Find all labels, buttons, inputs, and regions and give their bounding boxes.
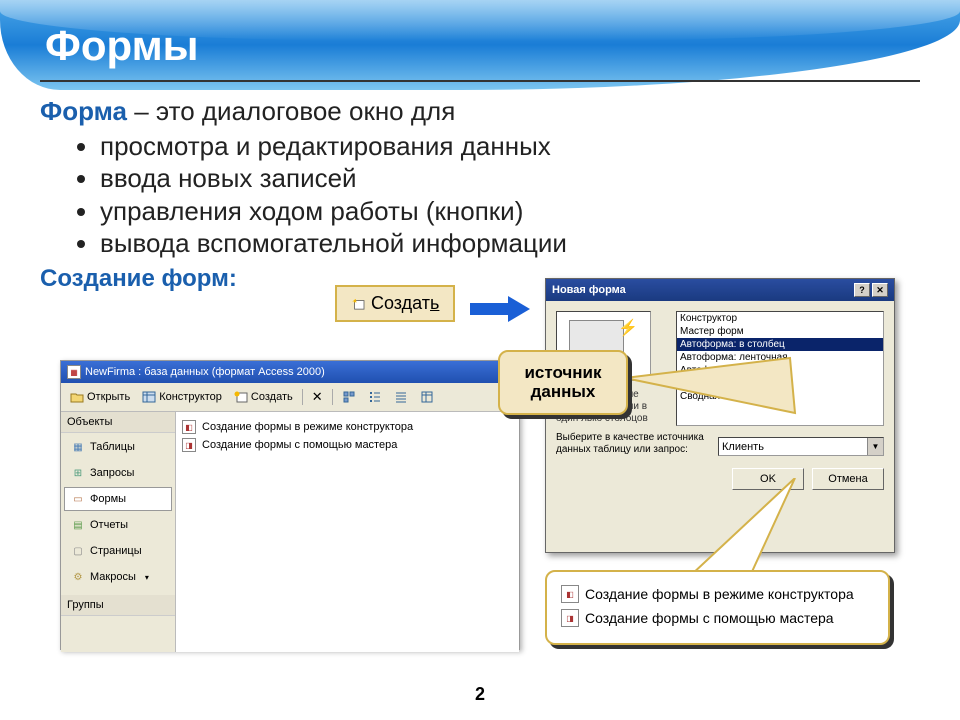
content-item-wizard[interactable]: ◨ Создание формы с помощью мастера xyxy=(182,436,513,454)
db-toolbar: Открыть Конструктор Создать ✕ xyxy=(61,383,519,412)
nf-title-text: Новая форма xyxy=(552,284,626,296)
definition-term: Форма xyxy=(40,96,127,126)
list-icon xyxy=(394,391,408,403)
page-title: Формы xyxy=(45,22,199,70)
db-title-text: NewFirma : база данных (формат Access 20… xyxy=(85,366,325,378)
open-icon xyxy=(70,391,84,403)
sidebar-item-forms[interactable]: ▭Формы xyxy=(64,487,172,511)
macro-icon: ⚙ xyxy=(71,570,85,584)
callout-options: ◧ Создание формы в режиме конструктора ◨… xyxy=(545,570,890,645)
sidebar-item-queries[interactable]: ⊞Запросы xyxy=(64,461,172,485)
definition-list: просмотра и редактирования данных ввода … xyxy=(100,130,920,260)
callout-item-design: ◧ Создание формы в режиме конструктора xyxy=(561,582,874,606)
lightning-icon: ⚡ xyxy=(618,318,638,338)
small-icons-icon xyxy=(368,391,382,403)
definition-item: ввода новых записей xyxy=(100,162,920,195)
design-icon xyxy=(142,391,156,403)
design-button[interactable]: Конструктор xyxy=(137,388,227,406)
db-content-pane: ◧ Создание формы в режиме конструктора ◨… xyxy=(176,412,519,652)
view-details-button[interactable] xyxy=(415,388,439,406)
cancel-button[interactable]: Отмена xyxy=(812,468,884,490)
open-button[interactable]: Открыть xyxy=(65,388,135,406)
view-large-button[interactable] xyxy=(337,388,361,406)
sidebar-header-objects[interactable]: Объекты xyxy=(61,412,175,433)
new-object-icon xyxy=(351,298,365,310)
form-icon: ▭ xyxy=(71,492,85,506)
form-wizard-icon: ◨ xyxy=(561,609,579,627)
page-number: 2 xyxy=(0,684,960,705)
form-wizard-icon: ◨ xyxy=(182,438,196,452)
nf-titlebar: Новая форма ? ✕ xyxy=(546,279,894,301)
list-item[interactable]: Конструктор xyxy=(677,312,883,325)
design-wizard-icon: ◧ xyxy=(182,420,196,434)
db-titlebar: ▦ NewFirma : база данных (формат Access … xyxy=(61,361,519,383)
close-button[interactable]: ✕ xyxy=(872,283,888,297)
create-button-highlight[interactable]: Создать xyxy=(335,285,455,322)
delete-icon: ✕ xyxy=(312,389,323,405)
combo-dropdown-button[interactable]: ▼ xyxy=(867,438,883,455)
large-icons-icon xyxy=(342,391,356,403)
details-icon xyxy=(420,391,434,403)
callout-item-wizard: ◨ Создание формы с помощью мастера xyxy=(561,606,874,630)
subheading-create: Создание форм: xyxy=(40,265,237,293)
sidebar-item-macros[interactable]: ⚙Макросы▾ xyxy=(64,565,172,589)
definition-block: Форма – это диалоговое окно для просмотр… xyxy=(40,95,920,260)
definition-rest: – это диалоговое окно для xyxy=(127,96,455,126)
design-wizard-icon: ◧ xyxy=(561,585,579,603)
query-icon: ⊞ xyxy=(71,466,85,480)
close-icon: ✕ xyxy=(876,285,884,296)
report-icon: ▤ xyxy=(71,518,85,532)
sidebar-item-reports[interactable]: ▤Отчеты xyxy=(64,513,172,537)
header-rule xyxy=(40,80,920,82)
sidebar-item-tables[interactable]: ▦Таблицы xyxy=(64,435,172,459)
new-icon xyxy=(234,391,248,403)
create-button-text: Создать xyxy=(371,293,439,314)
table-icon: ▦ xyxy=(71,440,85,454)
db-app-icon: ▦ xyxy=(67,365,81,379)
definition-item: управления ходом работы (кнопки) xyxy=(100,195,920,228)
arrow-icon xyxy=(470,296,530,322)
db-sidebar: Объекты ▦Таблицы ⊞Запросы ▭Формы ▤Отчеты… xyxy=(61,412,176,652)
definition-item: вывода вспомогательной информации xyxy=(100,227,920,260)
callout-data-source: источник данных xyxy=(498,350,628,415)
callout2-tail xyxy=(690,478,810,583)
page-icon: ▢ xyxy=(71,544,85,558)
database-window: ▦ NewFirma : база данных (формат Access … xyxy=(60,360,520,650)
help-button[interactable]: ? xyxy=(854,283,870,297)
nf-source-combo[interactable]: ▼ xyxy=(718,437,884,456)
list-item[interactable]: Мастер форм xyxy=(677,325,883,338)
view-small-button[interactable] xyxy=(363,388,387,406)
content-item-design[interactable]: ◧ Создание формы в режиме конструктора xyxy=(182,418,513,436)
help-icon: ? xyxy=(859,285,865,295)
chevron-down-icon: ▼ xyxy=(872,442,880,451)
sidebar-header-groups[interactable]: Группы xyxy=(61,595,175,616)
callout1-tail xyxy=(625,348,805,423)
view-list-button[interactable] xyxy=(389,388,413,406)
definition-item: просмотра и редактирования данных xyxy=(100,130,920,163)
nf-combo-label: Выберите в качестве источника данных таб… xyxy=(556,432,710,456)
delete-button[interactable]: ✕ xyxy=(307,386,328,408)
create-button[interactable]: Создать xyxy=(229,388,298,406)
sidebar-item-pages[interactable]: ▢Страницы xyxy=(64,539,172,563)
nf-source-input[interactable] xyxy=(719,438,867,455)
